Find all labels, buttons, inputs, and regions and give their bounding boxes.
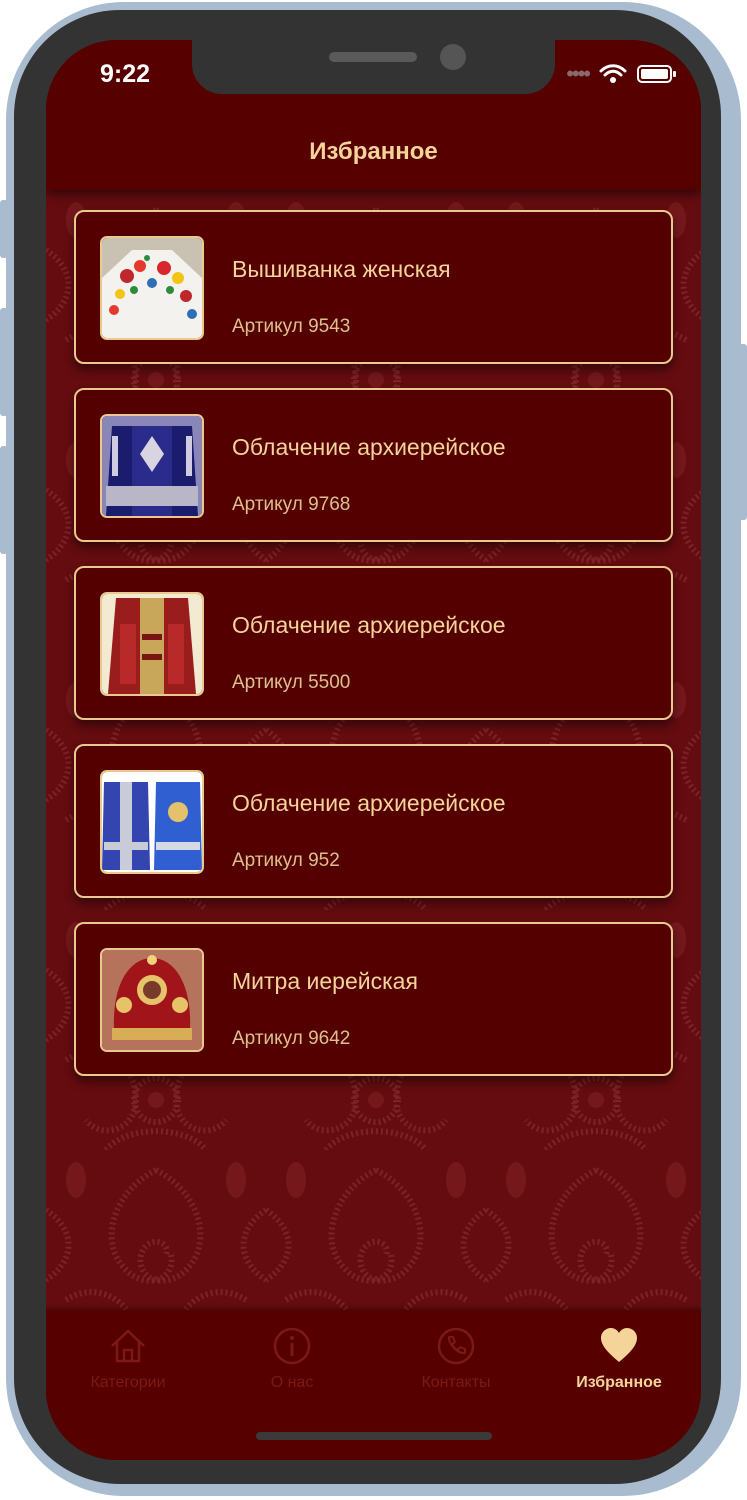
tab-categories[interactable]: Категории (46, 1310, 210, 1410)
wifi-icon (599, 64, 627, 84)
favorites-list: Вышиванка женская Артикул 9543 Облачение… (74, 210, 673, 1100)
favorite-item-sku: Артикул 952 (232, 850, 340, 871)
product-thumbnail-embroidered-shirt (100, 236, 204, 340)
tab-about[interactable]: О нас (210, 1310, 374, 1410)
tab-contacts[interactable]: Контакты (374, 1310, 538, 1410)
favorite-item-title: Вышиванка женская (232, 256, 451, 282)
info-icon (273, 1327, 311, 1365)
tab-favorites[interactable]: Избранное (537, 1310, 701, 1410)
device-power-button (739, 344, 747, 520)
tab-bar: Категории О нас Контакты Избранное (46, 1310, 701, 1460)
tab-label: Контакты (421, 1374, 491, 1391)
tab-label: Избранное (576, 1374, 662, 1391)
product-thumbnail-bishop-vestment-red (100, 592, 204, 696)
favorite-item[interactable]: Митра иерейская Артикул 9642 (74, 922, 673, 1076)
device-volume-up-button (0, 308, 8, 416)
device-notch (192, 40, 555, 94)
status-time: 9:22 (100, 60, 151, 88)
home-indicator (256, 1432, 492, 1440)
favorite-item-sku: Артикул 5500 (232, 672, 351, 693)
home-icon (111, 1329, 145, 1363)
favorite-item-title: Облачение архиерейское (232, 434, 506, 460)
device-silent-switch (0, 200, 8, 258)
favorite-item-sku: Артикул 9543 (232, 316, 351, 337)
battery-icon (637, 64, 677, 84)
favorite-item-sku: Артикул 9768 (232, 494, 351, 515)
favorite-item[interactable]: Вышиванка женская Артикул 9543 (74, 210, 673, 364)
favorite-item-title: Облачение архиерейское (232, 790, 506, 816)
tab-label: Категории (90, 1374, 166, 1391)
app-screen: 9:22 •••• Избранное Вышиванка женская Ар… (46, 40, 701, 1460)
phone-icon (437, 1327, 475, 1365)
favorite-item[interactable]: Облачение архиерейское Артикул 952 (74, 744, 673, 898)
cellular-signal-icon: •••• (566, 61, 591, 86)
product-thumbnail-bishop-vestment-blue (100, 414, 204, 518)
product-thumbnail-bishop-vestment-pair (100, 770, 204, 874)
status-indicators: •••• (566, 61, 677, 86)
page-title: Избранное (309, 138, 438, 165)
tab-label: О нас (270, 1374, 314, 1391)
favorite-item[interactable]: Облачение архиерейское Артикул 9768 (74, 388, 673, 542)
device-volume-down-button (0, 446, 8, 554)
favorite-item-title: Облачение архиерейское (232, 612, 506, 638)
favorite-item[interactable]: Облачение архиерейское Артикул 5500 (74, 566, 673, 720)
speaker-grille (329, 52, 417, 62)
heart-icon (601, 1328, 637, 1362)
front-camera (440, 44, 466, 70)
product-thumbnail-mitre (100, 948, 204, 1052)
favorite-item-sku: Артикул 9642 (232, 1028, 351, 1049)
favorite-item-title: Митра иерейская (232, 968, 418, 994)
navigation-bar: 9:22 •••• Избранное (46, 40, 701, 190)
